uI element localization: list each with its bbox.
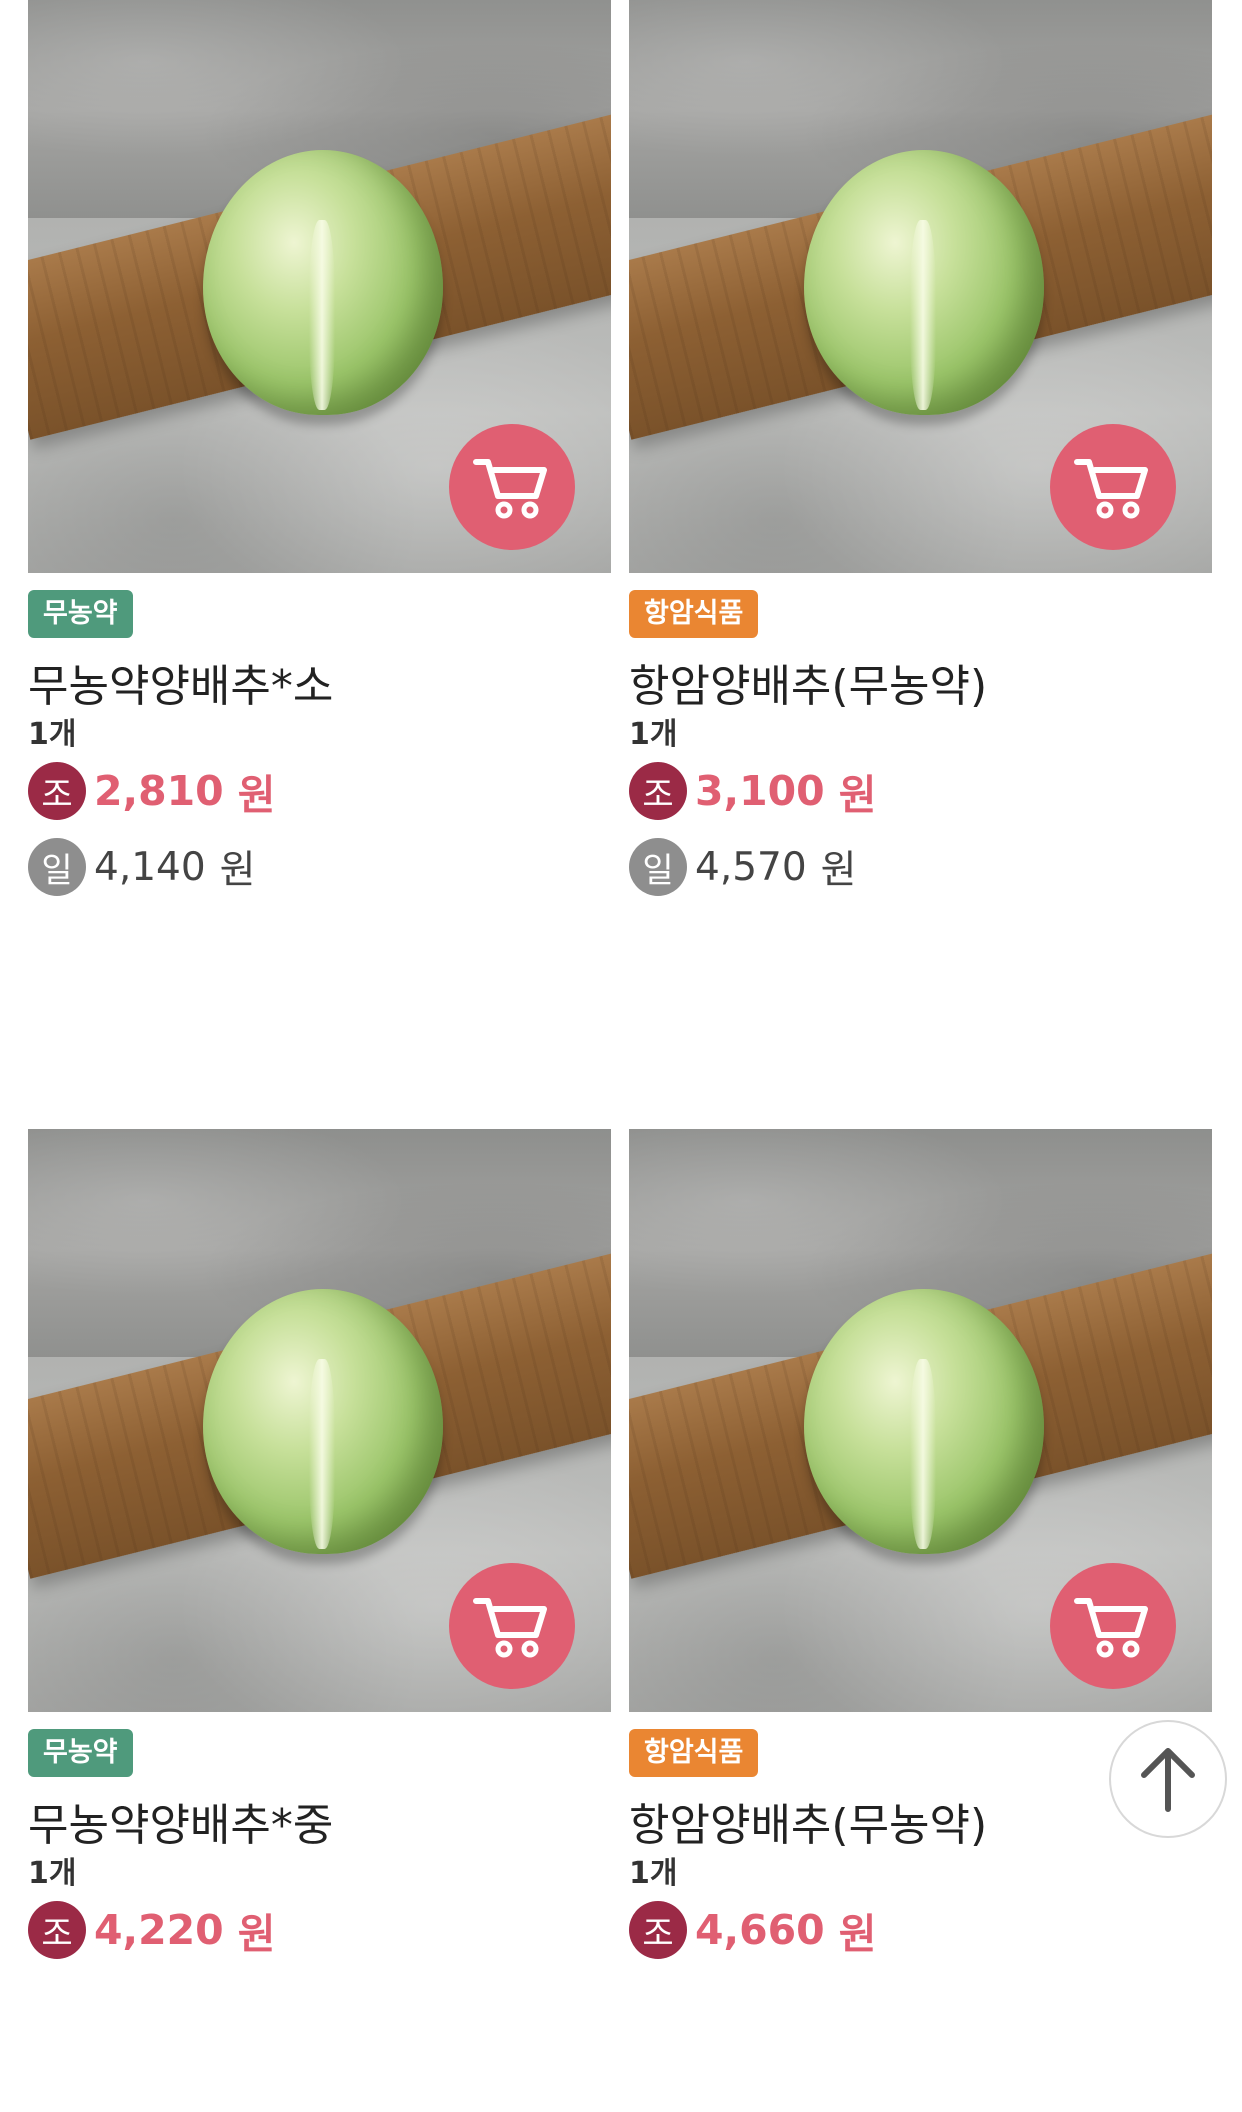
add-to-cart-button[interactable]: [449, 424, 575, 550]
product-image[interactable]: [28, 0, 611, 573]
product-card[interactable]: 항암식품 항암양배추(무농약) 1개 조 3,100 원 일 4,570 원: [629, 0, 1212, 973]
product-unit: 1개: [28, 717, 77, 752]
general-price-icon: 일: [629, 838, 687, 896]
general-price: 4,570: [695, 844, 807, 890]
product-name[interactable]: 무농약양배추*중: [28, 1789, 333, 1853]
arrow-up-icon: [1141, 1748, 1195, 1812]
general-price-currency: 원: [219, 848, 256, 893]
product-name[interactable]: 항암양배추(무농약): [629, 650, 987, 714]
product-badge: 무농약: [28, 1729, 133, 1777]
general-price-row: 일 4,140 원: [28, 838, 256, 896]
product-badge: 항암식품: [629, 1729, 759, 1777]
coop-price: 2,810: [94, 767, 224, 815]
coop-price-icon: 조: [28, 1901, 86, 1959]
product-image[interactable]: [629, 0, 1212, 573]
general-price-row: 일 4,570 원: [629, 838, 857, 896]
coop-price-currency: 원: [838, 1910, 877, 1958]
coop-price-icon: 조: [629, 1901, 687, 1959]
product-image[interactable]: [629, 1129, 1212, 1712]
product-unit: 1개: [629, 1856, 678, 1891]
coop-price-row: 조 3,100 원: [629, 761, 876, 821]
coop-price-row: 조 4,220 원: [28, 1900, 275, 1960]
add-to-cart-button[interactable]: [1050, 424, 1176, 550]
coop-price-row: 조 4,660 원: [629, 1900, 876, 1960]
cart-icon: [473, 1598, 547, 1658]
cart-icon: [473, 459, 547, 519]
coop-price: 4,220: [94, 1906, 224, 1954]
product-unit: 1개: [629, 717, 678, 752]
general-price-icon: 일: [28, 838, 86, 896]
product-image[interactable]: [28, 1129, 611, 1712]
cart-icon: [1074, 459, 1148, 519]
coop-price-icon: 조: [629, 762, 687, 820]
product-name[interactable]: 항암양배추(무농약): [629, 1789, 987, 1853]
add-to-cart-button[interactable]: [1050, 1563, 1176, 1689]
coop-price-icon: 조: [28, 762, 86, 820]
product-card[interactable]: 무농약 무농약양배추*중 1개 조 4,220 원: [28, 1129, 611, 2112]
coop-price-currency: 원: [237, 771, 276, 819]
product-name[interactable]: 무농약양배추*소: [28, 650, 333, 714]
coop-price: 4,660: [695, 1906, 825, 1954]
add-to-cart-button[interactable]: [449, 1563, 575, 1689]
product-badge: 무농약: [28, 590, 133, 638]
coop-price-row: 조 2,810 원: [28, 761, 275, 821]
product-grid: 무농약 무농약양배추*소 1개 조 2,810 원 일 4,140 원 항암식품…: [0, 0, 1242, 1989]
product-card[interactable]: 무농약 무농약양배추*소 1개 조 2,810 원 일 4,140 원: [28, 0, 611, 973]
general-price: 4,140: [94, 844, 206, 890]
product-card[interactable]: 항암식품 항암양배추(무농약) 1개 조 4,660 원: [629, 1129, 1212, 2112]
cart-icon: [1074, 1598, 1148, 1658]
coop-price: 3,100: [695, 767, 825, 815]
product-badge: 항암식품: [629, 590, 759, 638]
coop-price-currency: 원: [838, 771, 877, 819]
scroll-to-top-button[interactable]: [1109, 1720, 1227, 1838]
coop-price-currency: 원: [237, 1910, 276, 1958]
general-price-currency: 원: [820, 848, 857, 893]
product-unit: 1개: [28, 1856, 77, 1891]
